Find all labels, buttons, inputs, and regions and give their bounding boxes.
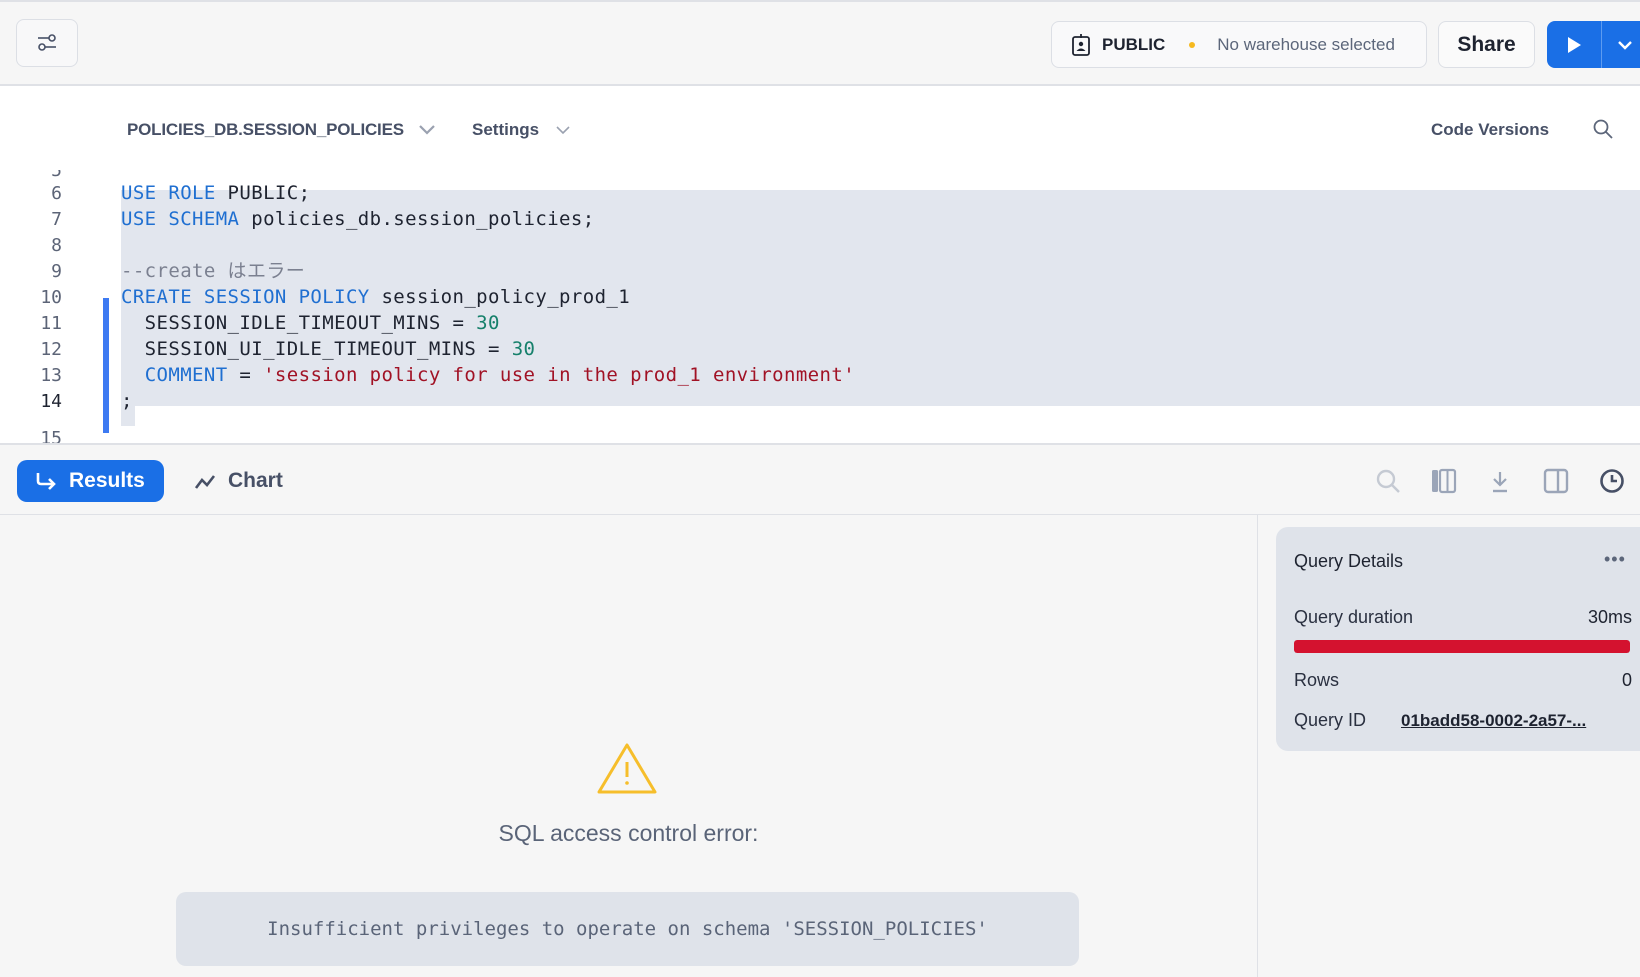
query-duration-value: 30ms xyxy=(1587,607,1632,627)
panel-divider[interactable] xyxy=(1257,515,1258,977)
sql-keyword: CREATE SESSION POLICY xyxy=(121,286,370,308)
code-line: SESSION_IDLE_TIMEOUT_MINS = 30 xyxy=(121,310,500,337)
line-number: 10 xyxy=(40,287,62,308)
code-versions-button[interactable]: Code Versions xyxy=(1431,120,1549,140)
columns-button[interactable] xyxy=(1430,467,1458,495)
return-arrow-icon xyxy=(36,473,56,490)
rows-value: 0 xyxy=(1621,670,1632,690)
query-duration-label: Query duration xyxy=(1294,607,1414,627)
editor-search-button[interactable] xyxy=(1592,118,1614,145)
warning-icon xyxy=(596,742,658,801)
sql-text: SESSION_UI_IDLE_TIMEOUT_MINS = xyxy=(121,338,512,360)
sql-keyword: USE ROLE xyxy=(121,182,216,204)
query-history-button[interactable] xyxy=(1598,467,1626,495)
sql-text: session_policy_prod_1 xyxy=(369,286,631,308)
chevron-down-icon xyxy=(1617,40,1632,50)
sql-number: 30 xyxy=(511,338,536,360)
tab-chart-label: Chart xyxy=(228,469,283,492)
line-number-gutter: 5 15 6 7 8 9 10 11 12 13 14 xyxy=(0,170,100,444)
filter-settings-button[interactable] xyxy=(16,19,78,67)
editor-header: POLICIES_DB.SESSION_POLICIES Settings Co… xyxy=(0,86,1640,170)
error-title: SQL access control error: xyxy=(498,820,759,846)
warehouse-label: No warehouse selected xyxy=(1217,34,1395,54)
badge-icon xyxy=(1072,33,1090,56)
sql-comment: --create はエラー xyxy=(121,260,306,282)
code-line: --create はエラー xyxy=(121,258,305,285)
play-icon xyxy=(1568,36,1581,53)
tab-results[interactable]: Results xyxy=(17,460,164,502)
chevron-down-icon xyxy=(419,125,435,135)
role-label: PUBLIC xyxy=(1102,34,1166,54)
history-clock-icon xyxy=(1600,469,1624,493)
sql-text: SESSION_IDLE_TIMEOUT_MINS = xyxy=(121,312,477,334)
sidebar-toggle-icon xyxy=(1543,468,1569,494)
sql-string: 'session policy for use in the prod_1 en… xyxy=(263,364,856,386)
line-number: 11 xyxy=(40,313,62,334)
query-details-card: Query Details ••• Query duration 30ms Ro… xyxy=(1276,527,1640,751)
download-button[interactable] xyxy=(1486,467,1514,495)
sql-text: = xyxy=(227,364,264,386)
database-schema-label: POLICIES_DB.SESSION_POLICIES xyxy=(127,120,404,139)
code-line: COMMENT = 'session policy for use in the… xyxy=(121,362,855,389)
query-duration-bar xyxy=(1294,640,1630,653)
sql-text: PUBLIC; xyxy=(215,182,311,204)
sliders-icon xyxy=(38,34,56,51)
query-id-link[interactable]: 01badd58-0002-2a57-... xyxy=(1401,711,1586,731)
line-number: 8 xyxy=(51,235,62,256)
top-toolbar: PUBLIC No warehouse selected Share xyxy=(0,0,1640,86)
more-options-icon[interactable]: ••• xyxy=(1604,549,1626,570)
run-options-button[interactable] xyxy=(1602,21,1640,68)
run-button[interactable] xyxy=(1547,21,1602,68)
sql-text: ; xyxy=(121,390,133,412)
line-number: 9 xyxy=(51,261,62,282)
settings-label: Settings xyxy=(472,120,540,139)
search-icon xyxy=(1376,469,1400,493)
database-schema-selector[interactable]: POLICIES_DB.SESSION_POLICIES xyxy=(127,120,436,140)
line-chart-icon xyxy=(194,475,216,489)
code-line: USE ROLE PUBLIC; xyxy=(121,180,310,207)
code-line: USE SCHEMA policies_db.session_policies; xyxy=(121,206,595,233)
query-duration-bar-fill xyxy=(1294,640,1630,653)
chevron-down-icon xyxy=(556,126,570,135)
run-button-group xyxy=(1547,21,1640,68)
line-number: 13 xyxy=(40,365,62,386)
sql-number: 30 xyxy=(476,312,500,334)
tab-results-label: Results xyxy=(69,469,145,492)
sql-editor[interactable]: 5 15 6 7 8 9 10 11 12 13 14 USE ROLE PUBLIC; USE … xyxy=(0,170,1640,444)
sql-keyword: COMMENT xyxy=(144,364,228,386)
sql-keyword: USE SCHEMA xyxy=(121,208,240,230)
line-number: 12 xyxy=(40,339,62,360)
results-toolbar: Results Chart xyxy=(0,443,1640,515)
code-line: ; xyxy=(121,388,133,415)
settings-dropdown[interactable]: Settings xyxy=(472,120,571,140)
sql-text: policies_db.session_policies; xyxy=(239,208,595,230)
search-results-button[interactable] xyxy=(1374,467,1402,495)
rows-label: Rows xyxy=(1294,670,1340,690)
role-warehouse-selector[interactable]: PUBLIC No warehouse selected xyxy=(1051,21,1427,68)
line-number: 15 xyxy=(40,428,62,444)
line-number: 6 xyxy=(51,183,62,204)
warehouse-status-dot xyxy=(1189,41,1196,48)
toggle-details-panel-button[interactable] xyxy=(1542,467,1570,495)
query-id-label: Query ID xyxy=(1294,710,1367,730)
search-icon xyxy=(1593,119,1613,139)
query-details-title: Query Details xyxy=(1294,551,1404,571)
share-button[interactable]: Share xyxy=(1438,21,1535,68)
download-icon xyxy=(1493,472,1507,493)
line-number: 7 xyxy=(51,209,62,230)
line-number: 14 xyxy=(40,391,62,412)
code-line: SESSION_UI_IDLE_TIMEOUT_MINS = 30 xyxy=(121,336,535,363)
columns-icon xyxy=(1432,468,1457,494)
tab-chart[interactable]: Chart xyxy=(194,460,283,502)
error-message: Insufficient privileges to operate on sc… xyxy=(176,892,1079,966)
code-line: CREATE SESSION POLICY session_policy_pro… xyxy=(121,284,630,311)
modified-lines-indicator xyxy=(103,298,109,433)
